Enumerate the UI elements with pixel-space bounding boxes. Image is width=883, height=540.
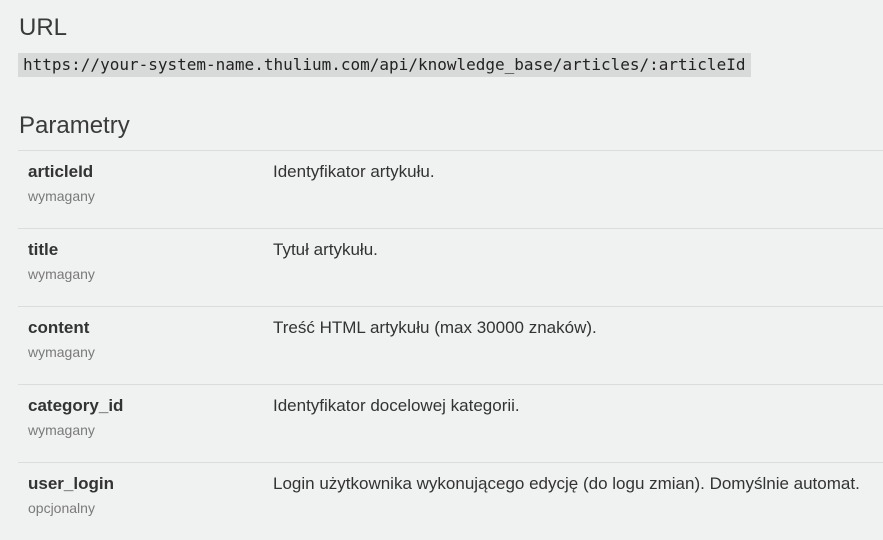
parameter-row-articleid: articleId wymagany Identyfikator artykuł…	[18, 150, 883, 228]
parameter-name: content	[28, 318, 90, 337]
parameter-requirement: wymagany	[28, 188, 95, 204]
endpoint-url-code: https://your-system-name.thulium.com/api…	[18, 53, 752, 77]
parameter-description: Tytuł artykułu.	[273, 240, 378, 259]
parameter-row-content: content wymagany Treść HTML artykułu (ma…	[18, 306, 883, 384]
parameter-requirement: wymagany	[28, 422, 95, 438]
parameter-description: Identyfikator artykułu.	[273, 162, 435, 181]
parameter-name: title	[28, 240, 59, 259]
parameter-name: user_login	[28, 474, 114, 493]
parameters-heading: Parametry	[19, 112, 130, 139]
parameter-requirement: opcjonalny	[28, 500, 95, 516]
parameters-table: articleId wymagany Identyfikator artykuł…	[18, 150, 883, 540]
parameter-description: Identyfikator docelowej kategorii.	[273, 396, 520, 415]
parameter-requirement: wymagany	[28, 344, 95, 360]
parameter-requirement: wymagany	[28, 266, 95, 282]
parameter-name: category_id	[28, 396, 124, 415]
url-heading: URL	[19, 14, 68, 41]
parameter-description: Login użytkownika wykonującego edycję (d…	[273, 474, 860, 493]
parameter-row-category-id: category_id wymagany Identyfikator docel…	[18, 384, 883, 462]
parameter-description: Treść HTML artykułu (max 30000 znaków).	[273, 318, 597, 337]
parameter-row-title: title wymagany Tytuł artykułu.	[18, 228, 883, 306]
parameter-row-user-login: user_login opcjonalny Login użytkownika …	[18, 462, 883, 540]
parameter-name: articleId	[28, 162, 94, 181]
